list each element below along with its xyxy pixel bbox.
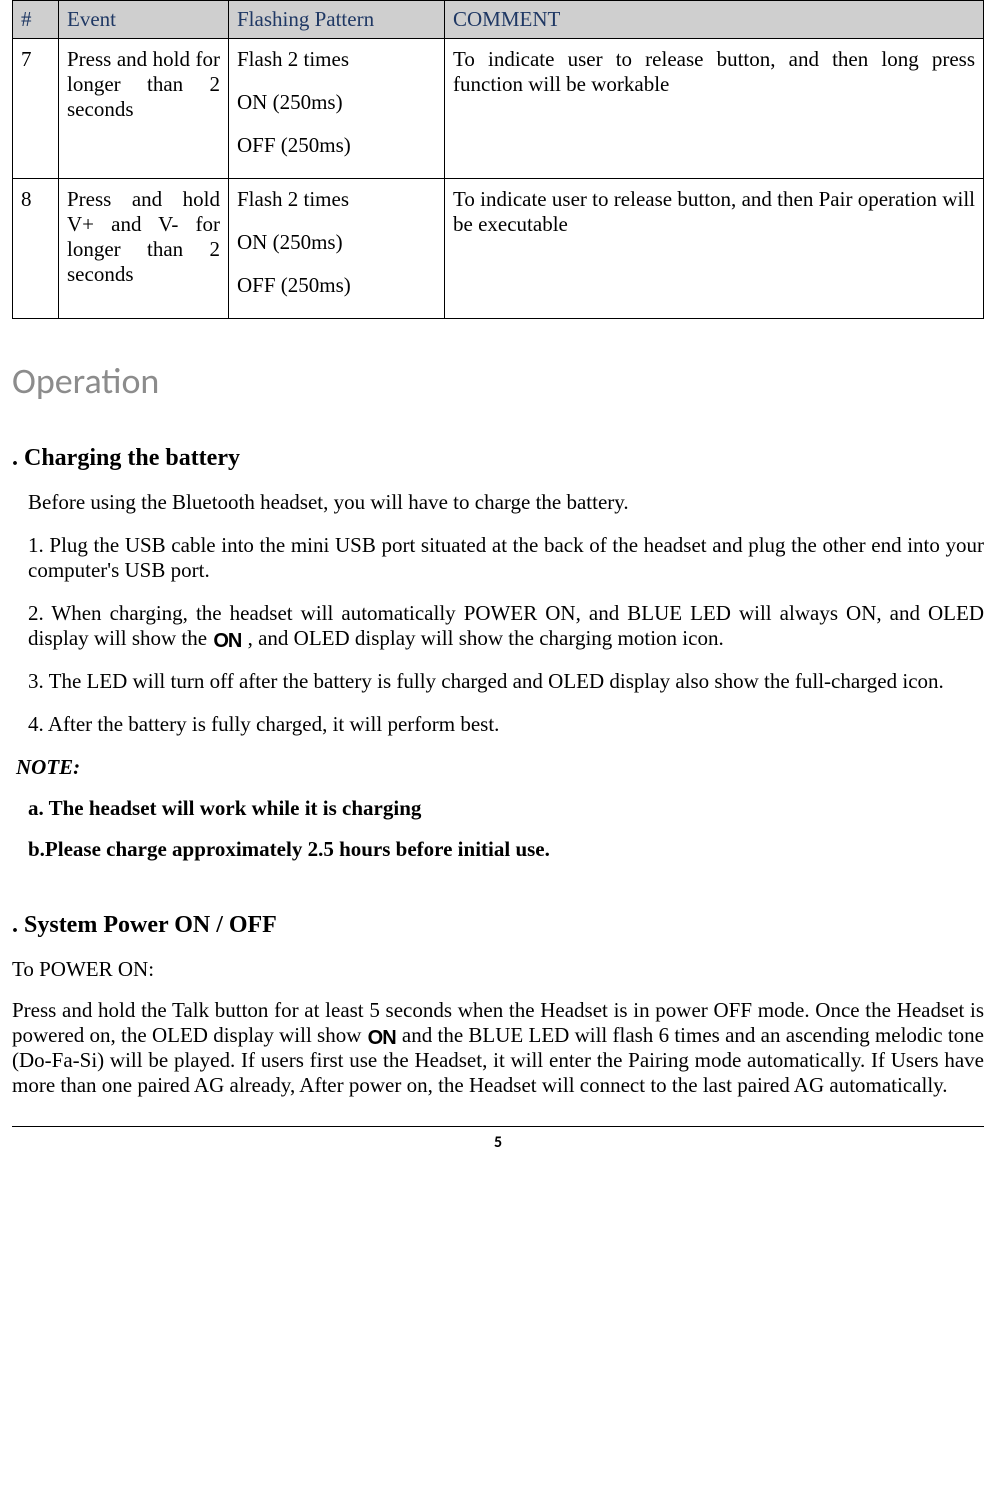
header-num: #	[13, 1, 59, 39]
cell-comment: To indicate user to release button, and …	[445, 179, 984, 319]
note-label: NOTE:	[16, 755, 984, 780]
note-a: a. The headset will work while it is cha…	[28, 796, 984, 821]
cell-num: 7	[13, 39, 59, 179]
heading-charging: . Charging the battery	[12, 445, 984, 472]
charging-step-2: 2. When charging, the headset will autom…	[28, 601, 984, 651]
charging-step-3: 3. The LED will turn off after the batte…	[28, 669, 984, 694]
charging-step-2b: , and OLED display will show the chargin…	[248, 626, 724, 650]
cell-pattern: Flash 2 times ON (250ms) OFF (250ms)	[229, 39, 445, 179]
cell-event: Press and hold V+ and V- for longer than…	[59, 179, 229, 319]
page-number: 5	[12, 1133, 984, 1162]
header-event: Event	[59, 1, 229, 39]
table-row: 7 Press and hold for longer than 2 secon…	[13, 39, 984, 179]
charging-body: Before using the Bluetooth headset, you …	[12, 490, 984, 737]
on-icon: ON	[367, 1027, 397, 1050]
header-comment: COMMENT	[445, 1, 984, 39]
led-pattern-table: # Event Flashing Pattern COMMENT 7 Press…	[12, 0, 984, 319]
pattern-line: ON (250ms)	[237, 230, 436, 255]
pattern-line: Flash 2 times	[237, 187, 436, 212]
table-header-row: # Event Flashing Pattern COMMENT	[13, 1, 984, 39]
footer-rule	[12, 1126, 984, 1127]
table-row: 8 Press and hold V+ and V- for longer th…	[13, 179, 984, 319]
pattern-line: OFF (250ms)	[237, 273, 436, 298]
cell-num: 8	[13, 179, 59, 319]
cell-pattern: Flash 2 times ON (250ms) OFF (250ms)	[229, 179, 445, 319]
charging-intro: Before using the Bluetooth headset, you …	[28, 490, 984, 515]
pattern-line: OFF (250ms)	[237, 133, 436, 158]
heading-power: . System Power ON / OFF	[12, 912, 984, 939]
cell-event: Press and hold for longer than 2 seconds	[59, 39, 229, 179]
on-icon: ON	[212, 630, 242, 653]
note-b: b.Please charge approximately 2.5 hours …	[28, 837, 984, 862]
charging-step-4: 4. After the battery is fully charged, i…	[28, 712, 984, 737]
charging-step-1: 1. Plug the USB cable into the mini USB …	[28, 533, 984, 583]
header-pattern: Flashing Pattern	[229, 1, 445, 39]
power-on-sub: To POWER ON:	[12, 957, 984, 982]
pattern-line: Flash 2 times	[237, 47, 436, 72]
cell-comment: To indicate user to release button, and …	[445, 39, 984, 179]
power-on-text: Press and hold the Talk button for at le…	[12, 998, 984, 1098]
pattern-line: ON (250ms)	[237, 90, 436, 115]
section-title-operation: Operation	[12, 359, 984, 403]
